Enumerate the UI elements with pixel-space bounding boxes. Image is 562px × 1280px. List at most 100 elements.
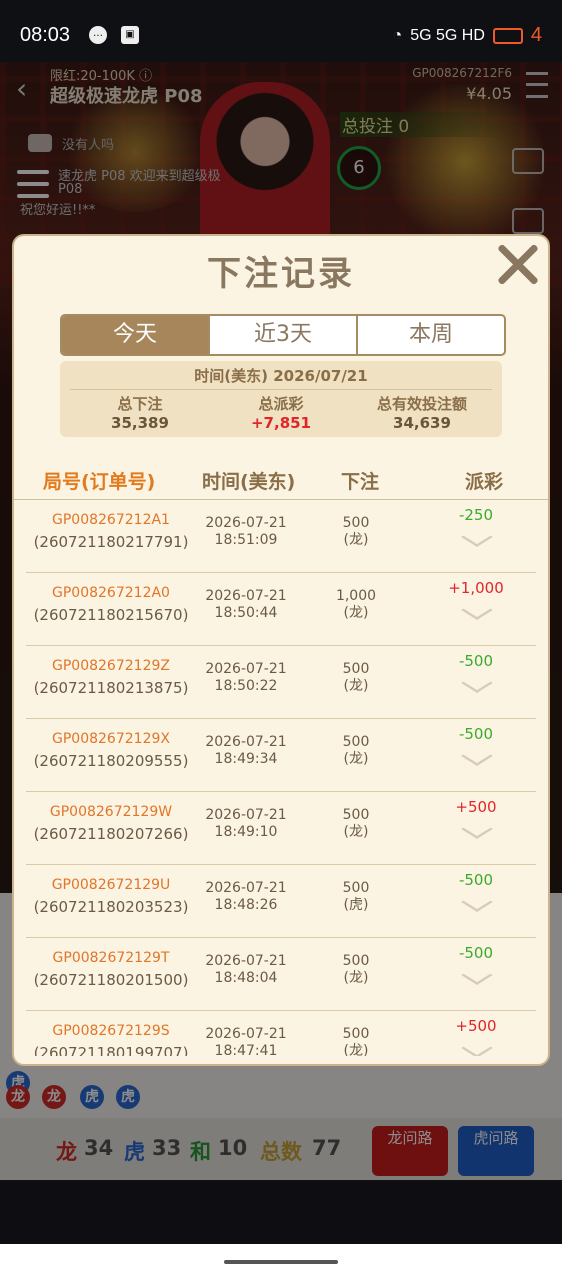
bet-date: 2026-07-21	[205, 515, 287, 531]
game-id: GP0082672129W	[49, 804, 173, 820]
total-bet-value: 35,389	[111, 414, 169, 432]
bet-time: 18:49:34	[214, 751, 278, 767]
order-id: (260721180199707)	[33, 1044, 189, 1056]
bet-side: (龙)	[343, 1043, 369, 1056]
bet-time: 18:50:44	[214, 605, 278, 621]
bet-cell: 500 (龙)	[316, 807, 396, 841]
bet-amount: 500	[342, 515, 370, 531]
bet-cell: 500 (龙)	[316, 953, 396, 987]
bet-summary: 时间(美东) 2026/07/21 总下注 35,389 总派彩 +7,851 …	[60, 361, 502, 437]
table-row[interactable]: GP0082672129W (260721180207266) 2026-07-21…	[26, 792, 536, 865]
tab-this-week[interactable]: 本周	[358, 316, 504, 354]
time-cell: 2026-07-21 18:48:26	[196, 880, 296, 914]
chevron-down-icon[interactable]	[463, 974, 491, 984]
bet-time: 18:47:41	[214, 1043, 278, 1056]
chat-notification-icon: …	[89, 26, 107, 44]
close-icon[interactable]	[496, 242, 540, 286]
total-bet-label: 总下注	[117, 395, 163, 413]
payout: +500	[455, 1017, 497, 1035]
order-id: (260721180207266)	[33, 825, 189, 843]
payout: -500	[458, 871, 494, 889]
bet-cell: 1,000 (龙)	[316, 588, 396, 622]
table-row[interactable]: GP0082672129Z (260721180213875) 2026-07-21…	[26, 646, 536, 719]
order-id: (260721180213875)	[33, 679, 189, 697]
chevron-down-icon[interactable]	[463, 1047, 491, 1056]
table-row[interactable]: GP008267212A0 (260721180215670) 2026-07-21…	[26, 573, 536, 646]
bet-date: 2026-07-21	[205, 880, 287, 896]
table-row[interactable]: GP0082672129U (260721180203523) 2026-07-21…	[26, 865, 536, 938]
chevron-down-icon[interactable]	[463, 755, 491, 765]
chevron-down-icon[interactable]	[463, 901, 491, 911]
payout: -500	[458, 725, 494, 743]
summary-divider	[70, 389, 492, 390]
bet-time: 18:50:22	[214, 678, 278, 694]
date-range-tabs: 今天 近3天 本周	[60, 314, 506, 356]
time-cell: 2026-07-21 18:50:44	[196, 588, 296, 622]
bet-time: 18:49:10	[214, 824, 278, 840]
wifi-icon: ◔	[392, 26, 403, 44]
chevron-down-icon[interactable]	[463, 682, 491, 692]
order-id: (260721180203523)	[33, 898, 189, 916]
bet-time: 18:48:26	[214, 897, 278, 913]
bet-amount: 500	[342, 1026, 370, 1042]
time-cell: 2026-07-21 18:47:41	[196, 1026, 296, 1056]
table-row[interactable]: GP0082672129S (260721180199707) 2026-07-21…	[26, 1011, 536, 1056]
bet-amount: 500	[342, 661, 370, 677]
table-row[interactable]: GP008267212A1 (260721180217791) 2026-07-21…	[26, 500, 536, 573]
table-row[interactable]: GP0082672129T (260721180201500) 2026-07-21…	[26, 938, 536, 1011]
game-id: GP0082672129T	[52, 950, 170, 966]
tab-today[interactable]: 今天	[62, 316, 210, 354]
column-header-bet: 下注	[341, 471, 380, 493]
game-id: GP008267212A0	[52, 585, 170, 601]
chevron-down-icon[interactable]	[463, 536, 491, 546]
time-cell: 2026-07-21 18:51:09	[196, 515, 296, 549]
bet-cell: 500 (龙)	[316, 1026, 396, 1056]
summary-date: 时间(美东) 2026/07/21	[194, 367, 368, 385]
battery-icon	[492, 27, 523, 44]
order-id: (260721180215670)	[33, 606, 189, 624]
chevron-down-icon[interactable]	[463, 609, 491, 619]
payout: -500	[458, 944, 494, 962]
order-id: (260721180201500)	[33, 971, 189, 989]
bet-side: (龙)	[343, 824, 369, 840]
home-gesture-bar[interactable]	[224, 1260, 338, 1264]
game-id: GP0082672129Z	[52, 658, 170, 674]
status-time: 08:03	[20, 24, 71, 46]
table-header: 局号(订单号) 时间(美东) 下注 派彩	[14, 461, 548, 500]
total-payout-value: +7,851	[250, 414, 311, 432]
time-cell: 2026-07-21 18:50:22	[196, 661, 296, 695]
bet-date: 2026-07-21	[205, 588, 287, 604]
column-header-time: 时间(美东)	[202, 471, 296, 493]
total-bet-summary: 总下注 35,389	[70, 393, 210, 432]
bet-side: (龙)	[343, 751, 369, 767]
status-indicators: ◔ 5G 5G HD 4	[393, 24, 542, 47]
total-payout-summary: 总派彩 +7,851	[211, 393, 351, 432]
tab-last-3-days[interactable]: 近3天	[210, 316, 358, 354]
bet-time: 18:48:04	[214, 970, 278, 986]
network-label: 5G 5G HD	[410, 26, 485, 44]
chevron-down-icon[interactable]	[463, 828, 491, 838]
game-id-cell: GP0082672129U (260721180203523)	[26, 877, 196, 916]
valid-bet-label: 总有效投注额	[376, 395, 467, 413]
order-id: (260721180209555)	[33, 752, 189, 770]
valid-bet-value: 34,639	[393, 414, 451, 432]
time-cell: 2026-07-21 18:48:04	[196, 953, 296, 987]
game-id-cell: GP008267212A1 (260721180217791)	[26, 512, 196, 551]
bet-side: (龙)	[343, 532, 369, 548]
bet-side: (龙)	[343, 678, 369, 694]
status-bar: 08:03 … ▣ ◔ 5G 5G HD 4	[0, 0, 562, 62]
bet-record-modal: 下注记录 今天 近3天 本周 时间(美东) 2026/07/21 总下注 35,…	[14, 236, 548, 1064]
payout: +1,000	[448, 579, 504, 597]
modal-title: 下注记录	[207, 254, 355, 294]
bet-cell: 500 (虎)	[316, 880, 396, 914]
bet-cell: 500 (龙)	[316, 734, 396, 768]
bet-cell: 500 (龙)	[316, 515, 396, 549]
bet-record-list[interactable]: GP008267212A1 (260721180217791) 2026-07-21…	[26, 500, 536, 1056]
game-id-cell: GP008267212A0 (260721180215670)	[26, 585, 196, 624]
bet-date: 2026-07-21	[205, 1026, 287, 1042]
table-row[interactable]: GP0082672129X (260721180209555) 2026-07-21…	[26, 719, 536, 792]
bet-cell: 500 (龙)	[316, 661, 396, 695]
game-id-cell: GP0082672129Z (260721180213875)	[26, 658, 196, 697]
game-id: GP0082672129S	[52, 1023, 170, 1039]
bet-side: (龙)	[343, 970, 369, 986]
